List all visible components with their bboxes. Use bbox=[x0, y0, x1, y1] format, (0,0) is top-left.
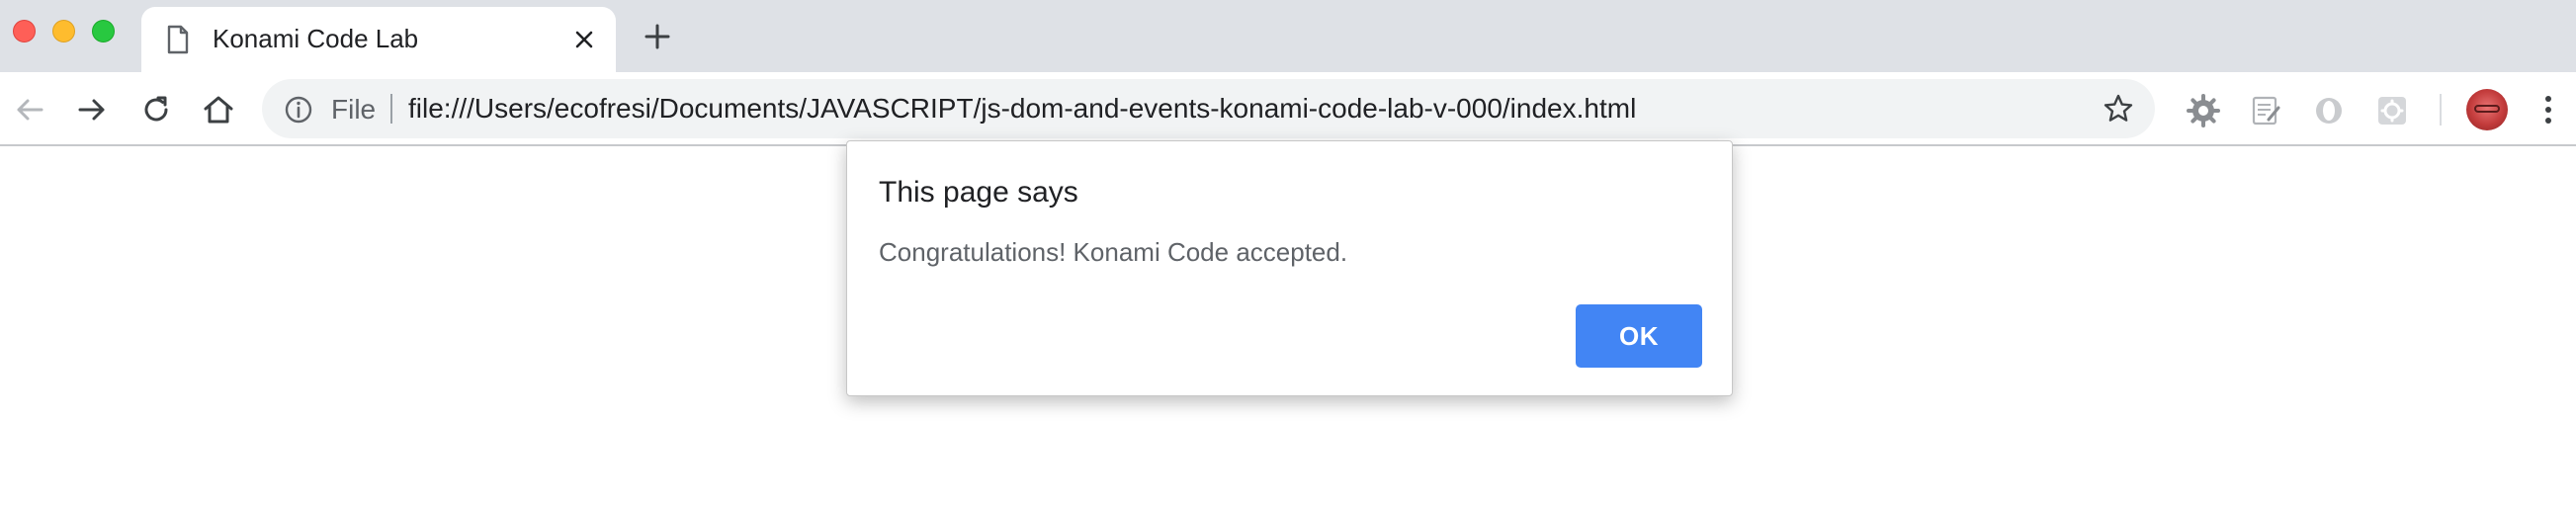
window-close-button[interactable] bbox=[13, 20, 36, 42]
forward-arrow-icon[interactable] bbox=[74, 92, 110, 127]
notes-extension-icon[interactable] bbox=[2249, 94, 2282, 127]
avatar-glasses bbox=[2474, 105, 2500, 113]
address-bar[interactable]: File file:///Users/ecofresi/Documents/JA… bbox=[262, 79, 2155, 138]
plus-icon[interactable] bbox=[643, 22, 672, 51]
kebab-menu-icon[interactable] bbox=[2533, 93, 2563, 126]
url-text[interactable]: file:///Users/ecofresi/Documents/JAVASCR… bbox=[408, 93, 1636, 125]
window-maximize-button[interactable] bbox=[92, 20, 115, 42]
back-arrow-icon[interactable] bbox=[12, 92, 47, 127]
document-icon bbox=[166, 25, 190, 59]
star-icon[interactable] bbox=[2103, 93, 2134, 129]
tab-konami-code-lab[interactable]: Konami Code Lab bbox=[141, 7, 616, 72]
tab-title: Konami Code Lab bbox=[213, 24, 419, 53]
close-icon[interactable] bbox=[570, 26, 598, 53]
alert-dialog: This page says Congratulations! Konami C… bbox=[846, 140, 1733, 396]
home-icon[interactable] bbox=[201, 92, 236, 127]
scheme-label: File bbox=[331, 94, 377, 125]
window-minimize-button[interactable] bbox=[52, 20, 75, 42]
opera-extension-icon[interactable] bbox=[2312, 94, 2346, 127]
tab-strip: Konami Code Lab bbox=[0, 0, 2576, 72]
dialog-message: Congratulations! Konami Code accepted. bbox=[879, 237, 1348, 267]
dialog-title: This page says bbox=[879, 176, 1078, 209]
browser-toolbar: File file:///Users/ecofresi/Documents/JA… bbox=[0, 72, 2576, 146]
omnibox-separator bbox=[390, 94, 392, 124]
gear-extension-icon[interactable] bbox=[2187, 94, 2220, 127]
avatar[interactable] bbox=[2466, 89, 2508, 130]
toolbar-divider bbox=[2440, 94, 2442, 126]
info-icon[interactable] bbox=[284, 95, 313, 129]
reload-icon[interactable] bbox=[138, 92, 174, 127]
ok-button[interactable]: OK bbox=[1576, 304, 1702, 368]
gear-box-extension-icon[interactable] bbox=[2375, 94, 2409, 127]
